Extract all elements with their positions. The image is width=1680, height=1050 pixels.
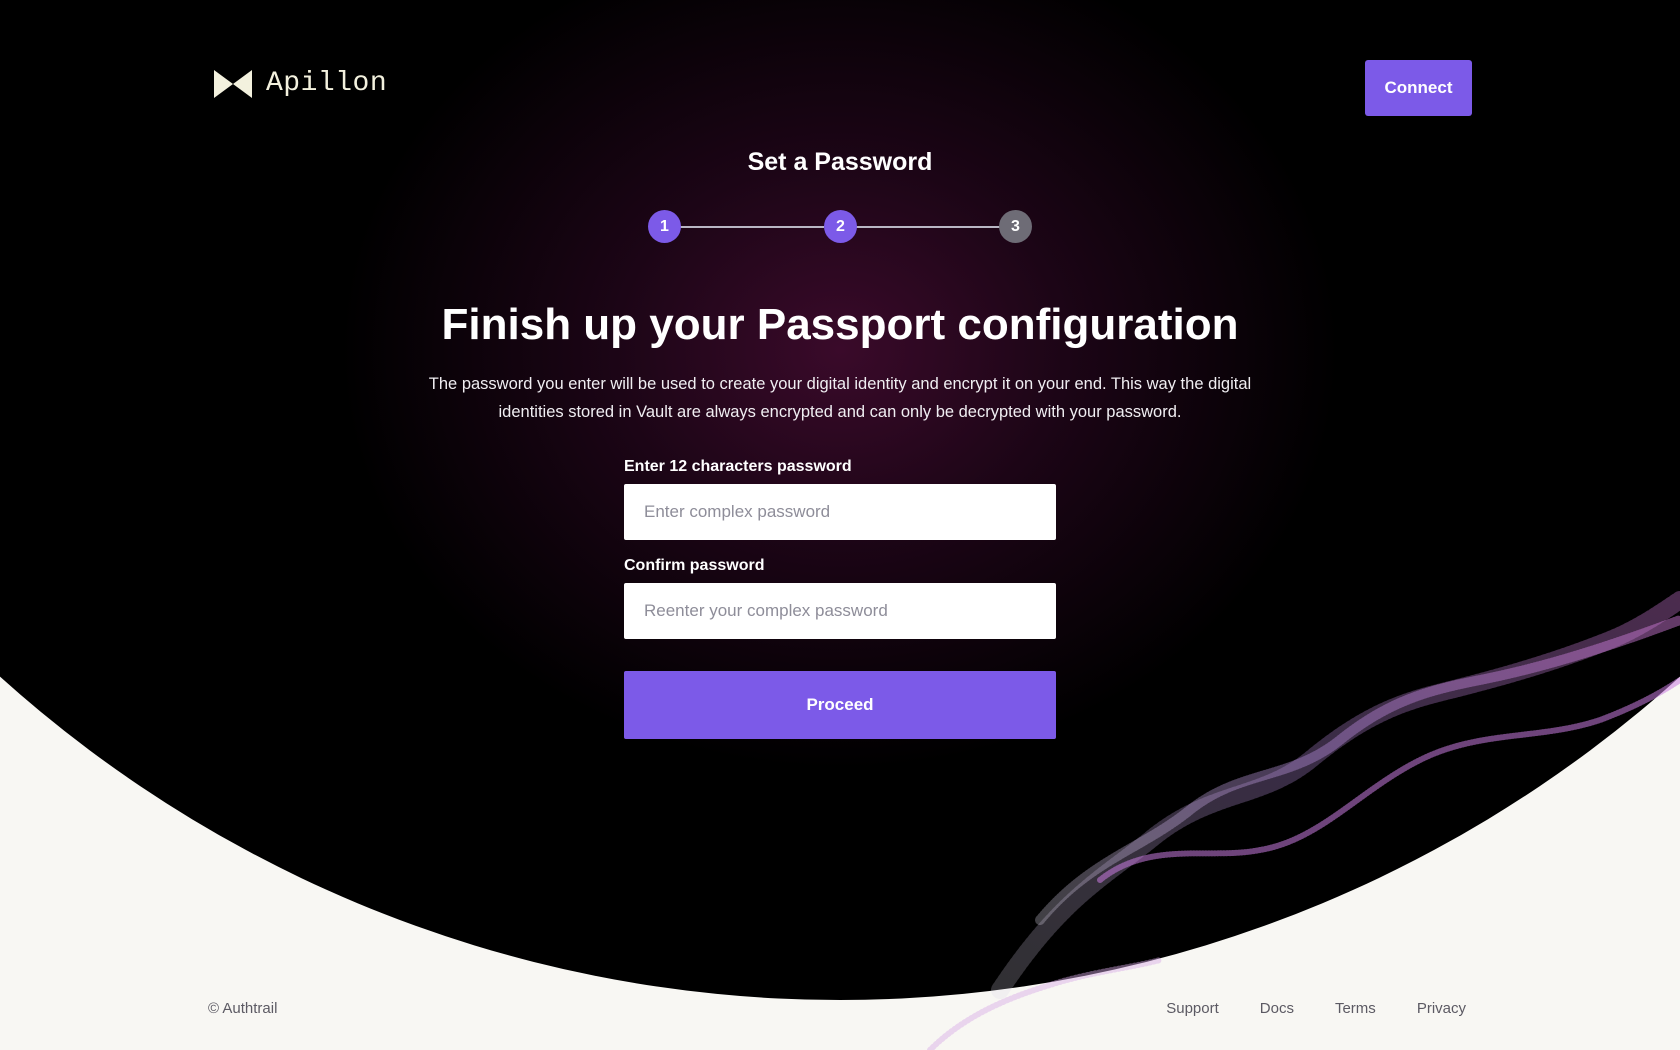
password-form: Enter 12 characters password Confirm pas… bbox=[624, 456, 1056, 739]
footer-link-support[interactable]: Support bbox=[1166, 1000, 1219, 1017]
footer-link-terms[interactable]: Terms bbox=[1335, 1000, 1376, 1017]
page: Apillon Connect Set a Password 1 2 3 Fin… bbox=[0, 0, 1680, 1050]
password-input[interactable] bbox=[624, 484, 1056, 540]
apillon-logo[interactable]: Apillon bbox=[214, 68, 387, 99]
stepper-connector bbox=[856, 226, 1000, 228]
footer-link-docs[interactable]: Docs bbox=[1260, 1000, 1294, 1017]
step-2-indicator: 2 bbox=[824, 210, 857, 243]
footer-nav: Support Docs Terms Privacy bbox=[1166, 1000, 1466, 1017]
footer-copyright: © Authtrail bbox=[208, 1000, 278, 1017]
proceed-button[interactable]: Proceed bbox=[624, 671, 1056, 739]
step-1-indicator: 1 bbox=[648, 210, 681, 243]
footer-link-privacy[interactable]: Privacy bbox=[1417, 1000, 1466, 1017]
confirm-password-label: Confirm password bbox=[624, 557, 765, 574]
connect-button[interactable]: Connect bbox=[1365, 60, 1472, 116]
step-title: Set a Password bbox=[747, 148, 933, 176]
page-headline: Finish up your Passport configuration bbox=[441, 300, 1239, 349]
step-3-indicator: 3 bbox=[999, 210, 1032, 243]
password-label: Enter 12 characters password bbox=[624, 458, 852, 475]
progress-stepper: 1 2 3 bbox=[648, 210, 1032, 244]
confirm-password-input[interactable] bbox=[624, 583, 1056, 639]
bowtie-logo-icon bbox=[214, 69, 252, 98]
page-description: The password you enter will be used to c… bbox=[428, 375, 1252, 421]
stepper-connector bbox=[680, 226, 824, 228]
brand-name: Apillon bbox=[266, 68, 388, 99]
